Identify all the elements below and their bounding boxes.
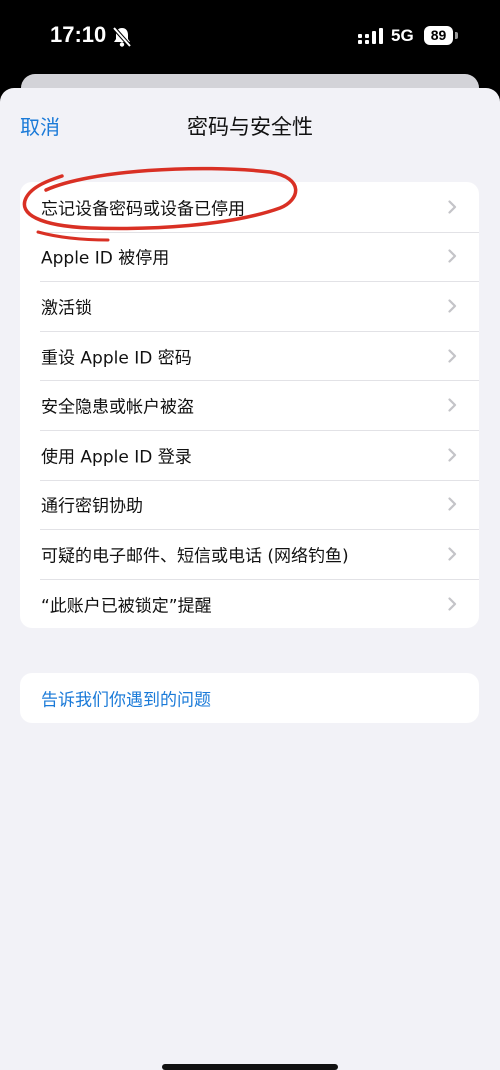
topic-list: 忘记设备密码或设备已停用 Apple ID 被停用 激活锁 重设 Apple I…	[20, 182, 479, 629]
report-problem-label: 告诉我们你遇到的问题	[41, 690, 211, 711]
list-item[interactable]: 可疑的电子邮件、短信或电话 (网络钓鱼)	[20, 529, 479, 579]
list-item[interactable]: 忘记设备密码或设备已停用	[20, 182, 479, 232]
list-item-label: 通行密钥协助	[41, 496, 143, 517]
list-item-label: 可疑的电子邮件、短信或电话 (网络钓鱼)	[41, 546, 349, 567]
home-indicator	[162, 1064, 338, 1070]
list-item-label: 安全隐患或帐户被盗	[41, 397, 194, 418]
chevron-right-icon	[448, 299, 457, 313]
network-type: 5G	[391, 26, 414, 45]
list-item[interactable]: 激活锁	[20, 281, 479, 331]
chevron-right-icon	[448, 547, 457, 561]
list-item[interactable]: 重设 Apple ID 密码	[20, 330, 479, 381]
list-item-label: 忘记设备密码或设备已停用	[41, 199, 245, 220]
list-item-label: 使用 Apple ID 登录	[41, 447, 192, 468]
chevron-right-icon	[448, 249, 457, 263]
list-item[interactable]: Apple ID 被停用	[20, 231, 479, 282]
list-item-label: Apple ID 被停用	[41, 248, 170, 269]
status-time: 17:10	[50, 22, 107, 47]
list-item-label: “此账户已被锁定”提醒	[41, 596, 212, 617]
report-group: 告诉我们你遇到的问题	[20, 673, 479, 723]
list-item[interactable]: 通行密钥协助	[20, 479, 479, 530]
chevron-right-icon	[448, 200, 457, 214]
list-item-label: 激活锁	[41, 298, 92, 319]
chevron-right-icon	[448, 398, 457, 412]
list-item[interactable]: 使用 Apple ID 登录	[20, 429, 479, 480]
chevron-right-icon	[448, 497, 457, 511]
chevron-right-icon	[448, 448, 457, 462]
chevron-right-icon	[448, 348, 457, 363]
bell-slash-icon	[112, 26, 132, 52]
list-item[interactable]: “此账户已被锁定”提醒	[20, 578, 479, 629]
modal-sheet: 密码与安全性 取消 忘记设备密码或设备已停用 Apple ID 被停用 激活锁 …	[0, 88, 500, 1070]
status-bar: 17:10 5G 89	[0, 0, 500, 78]
page-title: 密码与安全性	[187, 115, 313, 139]
chevron-right-icon	[448, 596, 457, 611]
list-item[interactable]: 安全隐患或帐户被盗	[20, 380, 479, 430]
battery-level: 89	[424, 26, 453, 45]
battery-icon	[455, 32, 458, 39]
cancel-button[interactable]: 取消	[20, 111, 60, 140]
list-item-label: 重设 Apple ID 密码	[41, 348, 192, 369]
cellular-signal-icon	[358, 28, 384, 48]
report-problem-link[interactable]: 告诉我们你遇到的问题	[20, 673, 479, 723]
